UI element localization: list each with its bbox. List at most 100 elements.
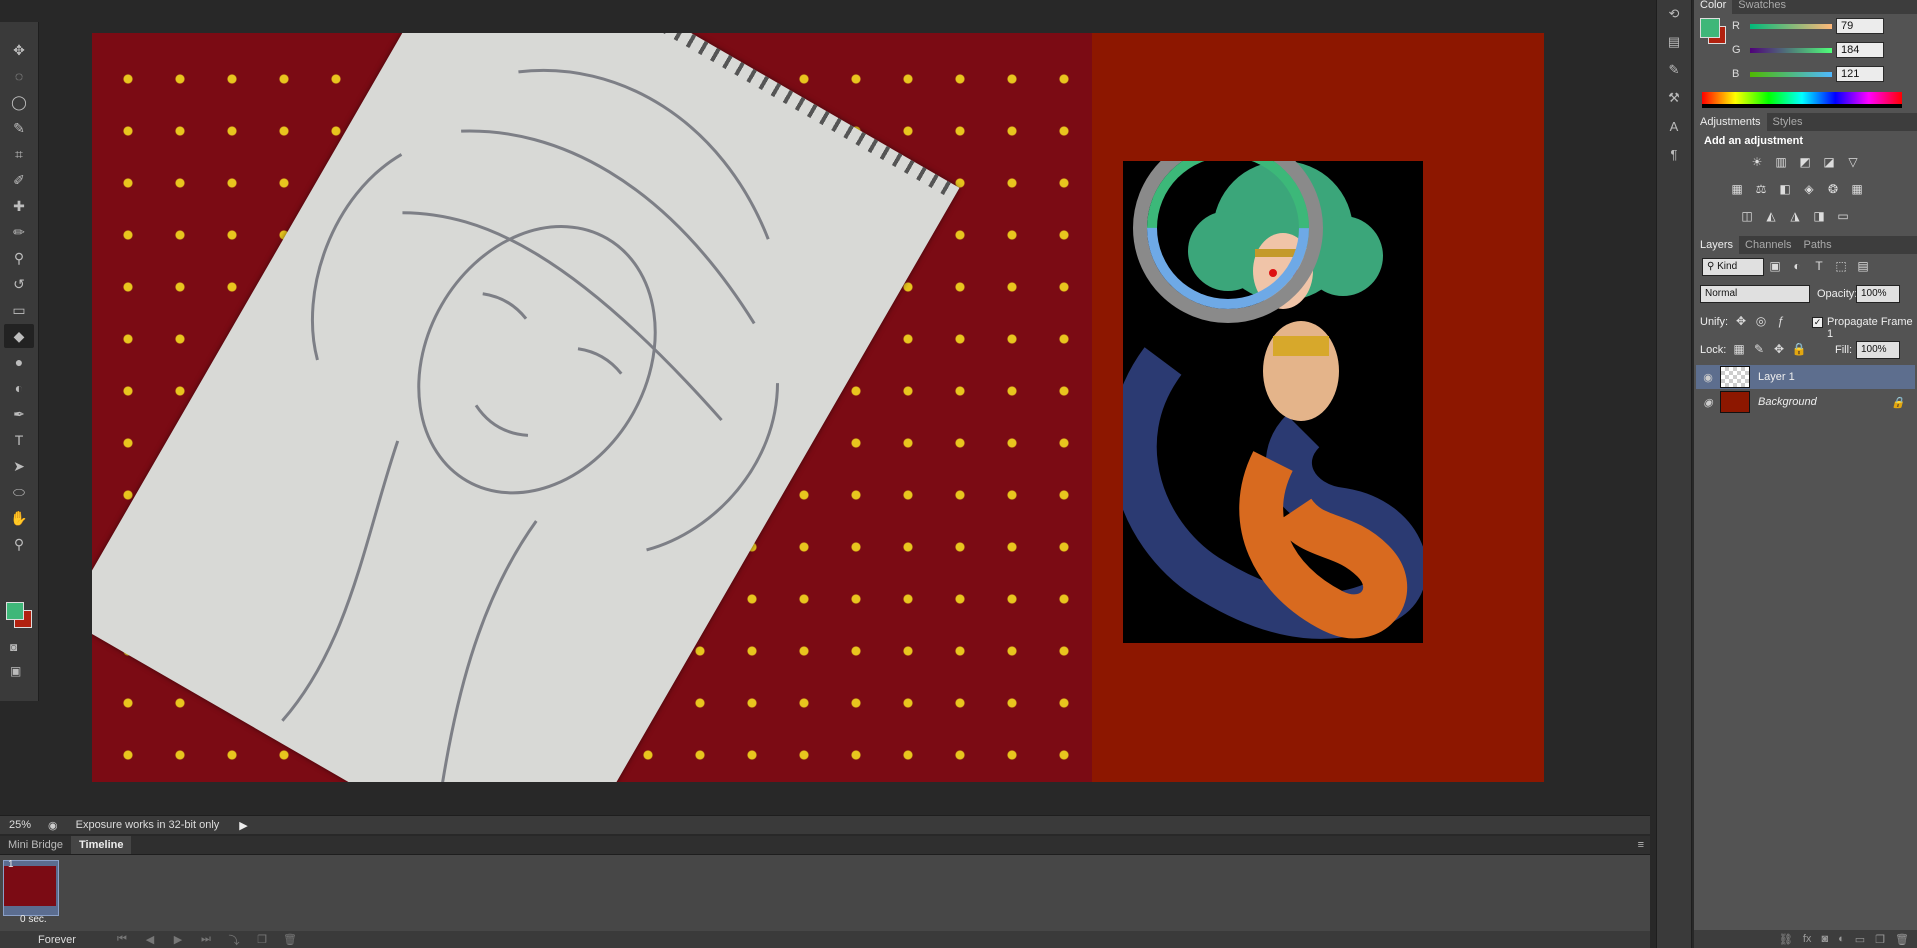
dodge-tool-icon[interactable]: ◐ (4, 376, 34, 400)
layer-name[interactable]: Background (1758, 396, 1817, 408)
filter-adjustment-icon[interactable]: ◐ (1788, 258, 1806, 274)
link-layers-icon[interactable]: ⛓ (1779, 933, 1793, 946)
filter-pixel-icon[interactable]: ▣ (1766, 258, 1784, 274)
new-layer-icon[interactable]: ❐ (1875, 933, 1885, 946)
tab-swatches[interactable]: Swatches (1732, 0, 1792, 14)
type-tool-icon[interactable]: T (4, 428, 34, 452)
layer-mask-icon[interactable]: ◙ (1821, 933, 1828, 945)
zoom-level[interactable]: 25% (0, 819, 40, 831)
invert-icon[interactable]: ◫ (1738, 208, 1756, 224)
layer-row-layer-1[interactable]: ◉ Layer 1 (1696, 365, 1915, 389)
gradient-map-icon[interactable]: ▭ (1834, 208, 1852, 224)
history-brush-tool-icon[interactable]: ↺ (4, 272, 34, 296)
tween-icon[interactable]: ⤵ (220, 932, 248, 948)
unify-visibility-icon[interactable]: ◎ (1752, 313, 1770, 329)
filter-smart-object-icon[interactable]: ▤ (1854, 258, 1872, 274)
red-slider[interactable]: R 79 (1732, 17, 1912, 35)
visibility-eye-icon[interactable]: ◉ (1696, 371, 1720, 384)
first-frame-icon[interactable]: ⏮ (108, 933, 136, 946)
blue-value[interactable]: 121 (1836, 66, 1884, 82)
panel-menu-icon[interactable]: ≡ (1638, 839, 1644, 851)
pen-tool-icon[interactable]: ✒ (4, 402, 34, 426)
delete-frame-icon[interactable]: 🗑 (276, 933, 304, 946)
unify-style-icon[interactable]: ƒ (1772, 313, 1790, 329)
next-frame-icon[interactable]: ⏭ (192, 933, 220, 946)
red-track[interactable] (1750, 23, 1832, 29)
tab-channels[interactable]: Channels (1739, 236, 1797, 254)
zoom-tool-icon[interactable]: ⚲ (4, 532, 34, 556)
play-icon[interactable]: ▶ (164, 933, 192, 946)
eraser-tool-icon[interactable]: ▭ (4, 298, 34, 322)
layer-row-background[interactable]: ◉ Background 🔒 (1696, 390, 1915, 414)
tab-paths[interactable]: Paths (1798, 236, 1838, 254)
status-menu-arrow-icon[interactable]: ▶ (239, 819, 247, 832)
adjustment-layer-icon[interactable]: ◐ (1838, 933, 1845, 945)
quick-select-tool-icon[interactable]: ✎ (4, 116, 34, 140)
paragraph-icon[interactable]: ¶ (1657, 140, 1691, 168)
layer-name[interactable]: Layer 1 (1758, 371, 1795, 383)
green-value[interactable]: 184 (1836, 42, 1884, 58)
propagate-frame-checkbox[interactable]: ✓ (1812, 317, 1823, 328)
filter-type-icon[interactable]: T (1810, 258, 1828, 274)
blend-mode-select[interactable]: Normal (1700, 285, 1810, 303)
green-slider[interactable]: G 184 (1732, 41, 1912, 59)
actions-icon[interactable]: ▤ (1657, 28, 1691, 56)
foreground-color-swatch[interactable] (6, 602, 24, 620)
filter-shape-icon[interactable]: ⬚ (1832, 258, 1850, 274)
green-track[interactable] (1750, 47, 1832, 53)
blur-tool-icon[interactable]: ● (4, 350, 34, 374)
screen-mode-icon[interactable]: ▣ (10, 664, 21, 678)
threshold-icon[interactable]: ◮ (1786, 208, 1804, 224)
status-info-icon[interactable]: ◉ (48, 819, 58, 832)
tab-layers[interactable]: Layers (1694, 236, 1740, 254)
character-icon[interactable]: A (1657, 112, 1691, 140)
vibrance-icon[interactable]: ▽ (1844, 154, 1862, 170)
clone-stamp-tool-icon[interactable]: ⚲ (4, 246, 34, 270)
tab-timeline[interactable]: Timeline (71, 836, 132, 854)
fill-input[interactable]: 100% (1856, 341, 1900, 359)
new-group-icon[interactable]: ▭ (1855, 933, 1865, 946)
frame-delay[interactable]: 0 sec. (20, 914, 47, 925)
tab-styles[interactable]: Styles (1767, 113, 1809, 131)
loop-options-select[interactable]: Forever (38, 934, 108, 946)
paint-bucket-tool-icon[interactable]: ◆ (4, 324, 34, 348)
lock-transparent-icon[interactable]: ▦ (1730, 341, 1748, 357)
delete-layer-icon[interactable]: 🗑 (1895, 933, 1909, 946)
selective-color-icon[interactable]: ◨ (1810, 208, 1828, 224)
layer-filter-select[interactable]: ⚲ Kind (1702, 258, 1764, 276)
path-select-tool-icon[interactable]: ➤ (4, 454, 34, 478)
hand-tool-icon[interactable]: ✋ (4, 506, 34, 530)
visibility-eye-icon[interactable]: ◉ (1696, 396, 1720, 409)
marquee-tool-icon[interactable]: ◌ (4, 64, 34, 88)
color-balance-icon[interactable]: ⚖ (1752, 181, 1770, 197)
duplicate-frame-icon[interactable]: ❐ (248, 933, 276, 946)
lock-all-icon[interactable]: 🔒 (1790, 341, 1808, 357)
quick-mask-icon[interactable]: ◙ (10, 640, 17, 654)
channel-mixer-icon[interactable]: ❂ (1824, 181, 1842, 197)
brush-presets-icon[interactable]: ✎ (1657, 56, 1691, 84)
fg-color-chip[interactable] (1700, 18, 1720, 38)
unify-position-icon[interactable]: ✥ (1732, 313, 1750, 329)
brightness-icon[interactable]: ☀ (1748, 154, 1766, 170)
red-value[interactable]: 79 (1836, 18, 1884, 34)
crop-tool-icon[interactable]: ⌗ (4, 142, 34, 166)
tab-color[interactable]: Color (1694, 0, 1733, 14)
levels-icon[interactable]: ▥ (1772, 154, 1790, 170)
curves-icon[interactable]: ◩ (1796, 154, 1814, 170)
lasso-tool-icon[interactable]: ◯ (4, 90, 34, 114)
photo-filter-icon[interactable]: ◈ (1800, 181, 1818, 197)
lock-position-icon[interactable]: ✥ (1770, 341, 1788, 357)
previous-frame-icon[interactable]: ◀ (136, 933, 164, 946)
blue-slider[interactable]: B 121 (1732, 65, 1912, 83)
document-canvas[interactable] (92, 33, 1544, 782)
lock-pixels-icon[interactable]: ✎ (1750, 341, 1768, 357)
healing-brush-tool-icon[interactable]: ✚ (4, 194, 34, 218)
layer-style-icon[interactable]: fx (1803, 933, 1812, 945)
exposure-icon[interactable]: ◪ (1820, 154, 1838, 170)
opacity-input[interactable]: 100% (1856, 285, 1900, 303)
blue-track[interactable] (1750, 71, 1832, 77)
tool-presets-icon[interactable]: ⚒ (1657, 84, 1691, 112)
move-tool-icon[interactable]: ✥ (4, 38, 34, 62)
posterize-icon[interactable]: ◭ (1762, 208, 1780, 224)
ellipse-tool-icon[interactable]: ⬭ (4, 480, 34, 504)
